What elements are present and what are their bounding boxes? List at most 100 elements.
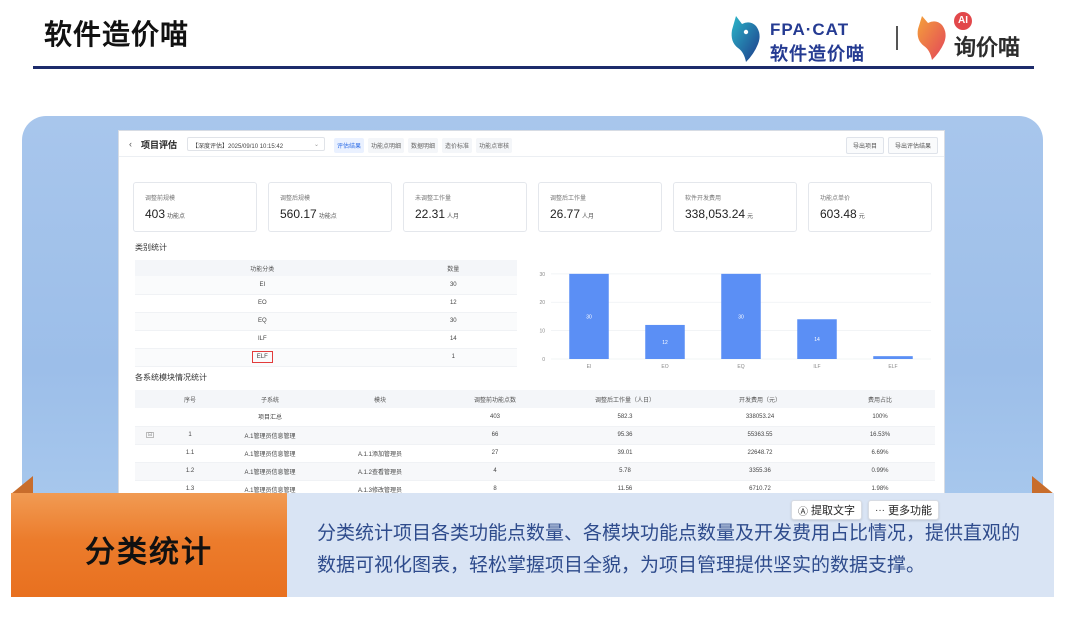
category-table: 功能分类 数量 EI 30 EO 12 EQ 30 ILF 14 ELF 1 (135, 260, 517, 367)
ai-logo-text: 询价喵 (954, 35, 1021, 60)
kpi-label: 未调整工作量 (415, 196, 452, 202)
cell: A.1.2查看管理员 (325, 462, 435, 481)
table-row: ELF 1 (135, 348, 517, 367)
cell (135, 408, 165, 427)
floating-toolbar: Ⓐ 提取文字 ··· 更多功能 (791, 500, 939, 520)
category-type: ILF (135, 330, 390, 349)
category-count: 12 (389, 294, 517, 313)
table-header-row: 序号 子系统 模块 调整前功能点数 调整后工作量（人日） 开发费用（元） 费用占… (135, 390, 935, 408)
cell (135, 462, 165, 481)
table-header-row: 功能分类 数量 (135, 260, 517, 276)
category-type: EO (135, 294, 390, 313)
project-select[interactable]: 【深度评估】2025/09/10 10:15:42 ⌄ (187, 137, 325, 151)
more-functions-button[interactable]: ··· 更多功能 (868, 500, 939, 520)
cell: 1.98% (825, 480, 935, 493)
kpi-card: 调整后规模 560.17 功能点 (268, 182, 392, 232)
kpi-value-row: 26.77 人月 (550, 207, 594, 221)
slide-title: 软件造价喵 (44, 19, 190, 50)
fpa-logo-subtext: 软件造价喵 (770, 44, 865, 64)
module-table: 序号 子系统 模块 调整前功能点数 调整后工作量（人日） 开发费用（元） 费用占… (135, 390, 935, 493)
table-row: 1.3 A.1管理员信息管理 A.1.3修改管理员 8 11.56 6710.7… (135, 480, 935, 493)
top-actions: 导出项目 导出评估结果 (845, 137, 938, 154)
kpi-value-row: 403 功能点 (145, 207, 185, 221)
kpi-card: 调整后工作量 26.77 人月 (538, 182, 662, 232)
x-tick-label: EQ (737, 364, 744, 370)
cell: 1 (165, 426, 215, 445)
kpi-value: 22.31 (415, 207, 446, 221)
table-row: 1.2 A.1管理员信息管理 A.1.2查看管理员 4 5.78 3355.36… (135, 462, 935, 481)
kpi-label: 调整后工作量 (550, 196, 587, 202)
kpi-unit: 人月 (447, 214, 460, 220)
cell: 1.3 (165, 480, 215, 493)
bar-data-label: 12 (662, 340, 668, 346)
kpi-unit: 元 (747, 214, 754, 220)
column-header: 功能分类 (135, 260, 390, 276)
collapse-toggle-icon[interactable]: ⊟ (146, 432, 154, 438)
export-project-button[interactable]: 导出项目 (845, 137, 884, 154)
category-count: 30 (389, 276, 517, 295)
tab-cost-standard[interactable]: 造价标准 (442, 138, 473, 153)
y-tick-label: 10 (539, 329, 545, 335)
cell: 1.1 (165, 444, 215, 463)
table-row: 1.1 A.1管理员信息管理 A.1.1添加管理员 27 39.01 22648… (135, 444, 935, 463)
kpi-card: 软件开发费用 338,053.24 元 (673, 182, 797, 232)
bar (873, 356, 913, 359)
y-tick-label: 30 (539, 272, 545, 278)
kpi-label: 软件开发费用 (685, 196, 722, 202)
kpi-label: 调整前规模 (145, 196, 176, 202)
ribbon-fold-left (11, 476, 33, 494)
tab-function-point-detail[interactable]: 功能点明细 (368, 138, 405, 153)
table-row: EO 12 (135, 294, 517, 313)
kpi-value-row: 338,053.24 元 (685, 207, 753, 221)
cell: 95.36 (555, 426, 695, 445)
column-header: 序号 (165, 390, 215, 408)
cat-head-logo-icon (731, 16, 760, 62)
cell: 0.99% (825, 462, 935, 481)
table-row: EI 30 (135, 276, 517, 295)
extract-text-label: 提取文字 (811, 505, 855, 517)
tab-evaluation-result[interactable]: 评估结果 (334, 138, 365, 153)
fpa-cat-logo: FPA·CAT 软件造价喵 (728, 10, 898, 64)
back-icon[interactable]: ‹ (129, 139, 132, 149)
tab-data-detail[interactable]: 数据明细 (408, 138, 439, 153)
page-title: 项目评估 (141, 140, 178, 150)
cell: 8 (435, 480, 555, 493)
x-tick-label: EI (587, 364, 592, 370)
kpi-unit: 功能点 (167, 214, 186, 220)
kpi-value: 603.48 (820, 207, 857, 221)
header-rule (33, 66, 1034, 69)
kpi-value: 26.77 (550, 207, 581, 221)
category-type: EQ (135, 312, 390, 331)
cell: A.1管理员信息管理 (215, 444, 325, 463)
ellipsis-icon: ··· (875, 504, 885, 516)
cell: 4 (435, 462, 555, 481)
kpi-cards: 调整前规模 403 功能点 调整后规模 560.17 功能点 未调整工作量 22.3… (133, 182, 934, 232)
cell: 3355.36 (695, 462, 825, 481)
ai-badge: AI (954, 12, 972, 30)
cell: 11.56 (555, 480, 695, 493)
kpi-card: 功能点单价 603.48 元 (808, 182, 932, 232)
module-section-title: 各系统模块情况统计 (135, 373, 207, 382)
cell (165, 408, 215, 427)
column-header: 数量 (389, 260, 517, 276)
more-functions-label: 更多功能 (888, 505, 932, 517)
category-count: 30 (389, 312, 517, 331)
bar-data-label: 14 (814, 337, 820, 343)
extract-text-button[interactable]: Ⓐ 提取文字 (791, 500, 862, 520)
cell (135, 444, 165, 463)
column-header: 调整前功能点数 (435, 390, 555, 408)
tab-function-point-review[interactable]: 功能点审核 (476, 138, 513, 153)
cell: 39.01 (555, 444, 695, 463)
category-type: EI (135, 276, 390, 295)
cell (325, 408, 435, 427)
column-header: 开发费用（元） (695, 390, 825, 408)
kpi-unit: 功能点 (318, 214, 337, 220)
x-tick-label: ILF (813, 364, 820, 370)
cell: 27 (435, 444, 555, 463)
table-row: ⊟ 1 A.1管理员信息管理 66 95.36 55363.55 16.53% (135, 426, 935, 445)
cell: 1.2 (165, 462, 215, 481)
fpa-logo-text: FPA·CAT (770, 20, 850, 39)
cell: 22648.72 (695, 444, 825, 463)
export-result-button[interactable]: 导出评估结果 (887, 137, 938, 154)
kpi-value-row: 22.31 人月 (415, 207, 459, 221)
